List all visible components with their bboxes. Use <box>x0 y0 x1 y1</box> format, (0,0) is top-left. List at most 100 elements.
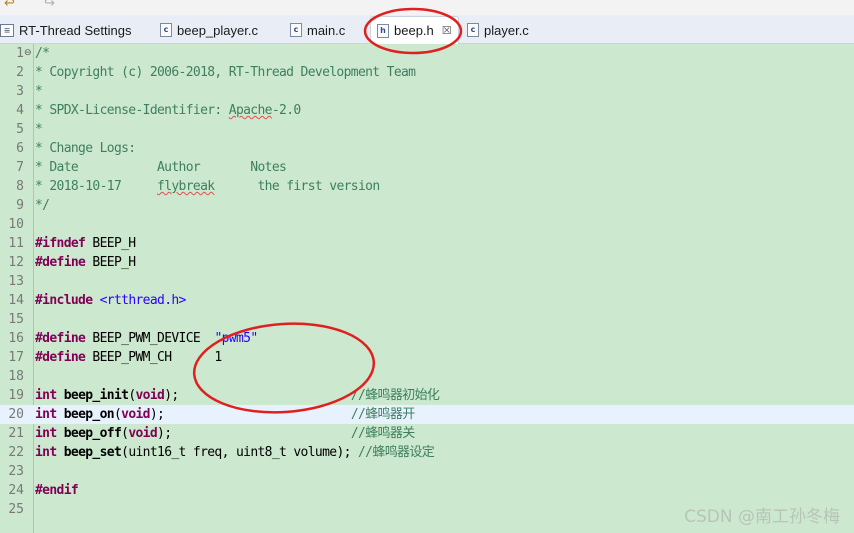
code-line[interactable]: 15 <box>0 310 854 329</box>
tab-beep-h[interactable]: h beep.h ☒ <box>370 16 459 44</box>
code-token: the first version <box>214 179 380 194</box>
code-text: int beep_on(void); //蜂鸣器开 <box>35 405 415 424</box>
line-number: 4 <box>16 103 24 118</box>
line-number: 13 <box>8 274 24 289</box>
code-line[interactable]: 2 * Copyright (c) 2006-2018, RT-Thread De… <box>0 63 854 82</box>
code-text: #define BEEP_PWM_DEVICE "pwm5" <box>35 329 258 348</box>
code-line[interactable]: 13 <box>0 272 854 291</box>
code-line[interactable]: 6 * Change Logs: <box>0 139 854 158</box>
line-number: 11 <box>8 236 24 251</box>
line-number: 3 <box>16 84 24 99</box>
code-text: int beep_set(uint16_t freq, uint8_t volu… <box>35 443 435 462</box>
code-line[interactable]: 22 int beep_set(uint16_t freq, uint8_t vo… <box>0 443 854 462</box>
code-token: //蜂鸣器初始化 <box>350 388 440 403</box>
tab-player-c[interactable]: c player.c <box>467 17 529 43</box>
line-number: 12 <box>8 255 24 270</box>
code-text: */ <box>35 196 50 215</box>
line-number: 17 <box>8 350 24 365</box>
code-text: * Date Author Notes <box>35 158 287 177</box>
line-number: 14 <box>8 293 24 308</box>
code-line[interactable]: 19 int beep_init(void); //蜂鸣器初始化 <box>0 386 854 405</box>
code-line[interactable]: 10 <box>0 215 854 234</box>
code-line[interactable]: 3 * <box>0 82 854 101</box>
code-token: BEEP_H <box>85 236 136 251</box>
code-text: #endif <box>35 481 79 500</box>
code-token: BEEP_PWM_DEVICE <box>85 331 215 346</box>
code-token: Apache <box>228 103 273 118</box>
code-line[interactable]: 11 #ifndef BEEP_H <box>0 234 854 253</box>
code-line[interactable]: 17 #define BEEP_PWM_CH 1 <box>0 348 854 367</box>
code-token: * Change Logs: <box>35 141 136 156</box>
code-line[interactable]: 8 * 2018-10-17 flybreak the first version <box>0 177 854 196</box>
code-text: * 2018-10-17 flybreak the first version <box>35 177 380 196</box>
line-number: 24 <box>8 483 24 498</box>
code-token: //蜂鸣器开 <box>350 407 415 422</box>
back-icon[interactable]: ↩ <box>4 0 15 11</box>
code-line[interactable]: 16 #define BEEP_PWM_DEVICE "pwm5" <box>0 329 854 348</box>
code-line[interactable]: 7 * Date Author Notes <box>0 158 854 177</box>
code-text: int beep_init(void); //蜂鸣器初始化 <box>35 386 440 405</box>
line-number: 22 <box>8 445 24 460</box>
code-text: * <box>35 82 43 101</box>
code-token: ); <box>149 407 351 422</box>
code-token: #include <box>35 293 93 308</box>
code-line[interactable]: 9 */ <box>0 196 854 215</box>
code-token: flybreak <box>157 179 215 194</box>
code-token: * 2018-10-17 <box>35 179 158 194</box>
code-text: #include <rtthread.h> <box>35 291 186 310</box>
code-token: * Copyright (c) 2006-2018, RT-Thread Dev… <box>35 65 416 80</box>
tab-rt-thread-settings[interactable]: ≡ RT-Thread Settings <box>0 17 131 43</box>
code-text: * Copyright (c) 2006-2018, RT-Thread Dev… <box>35 63 416 82</box>
code-text: int beep_off(void); //蜂鸣器关 <box>35 424 415 443</box>
code-token: beep_on <box>63 407 115 422</box>
code-token: /* <box>35 46 50 61</box>
code-line[interactable]: 12 #define BEEP_H <box>0 253 854 272</box>
code-token: (uint16_t freq, uint8_t volume); <box>121 445 358 460</box>
code-editor[interactable]: 1 ⊖/* 2 * Copyright (c) 2006-2018, RT-Threa… <box>0 44 854 533</box>
watermark: CSDN @南工孙冬梅 <box>684 507 840 527</box>
code-token: beep_init <box>63 388 129 403</box>
tab-main-c[interactable]: c main.c <box>290 17 345 43</box>
code-line[interactable]: 18 <box>0 367 854 386</box>
code-token: beep_set <box>63 445 122 460</box>
code-line[interactable]: 1 ⊖/* <box>0 44 854 63</box>
tab-beep-player-c[interactable]: c beep_player.c <box>160 17 258 43</box>
tab-label: beep_player.c <box>177 22 258 38</box>
code-token: "pwm5" <box>214 331 258 346</box>
toolbar-strip: ↩ ↪ <box>0 0 854 15</box>
code-line[interactable]: 24 #endif <box>0 481 854 500</box>
code-line[interactable]: 20 int beep_on(void); //蜂鸣器开 <box>0 405 854 424</box>
forward-icon[interactable]: ↪ <box>44 0 55 11</box>
code-token: BEEP_PWM_CH 1 <box>85 350 222 365</box>
code-token: ); <box>157 426 351 441</box>
code-token: int <box>35 388 57 403</box>
code-text: * Change Logs: <box>35 139 136 158</box>
line-number: 8 <box>16 179 24 194</box>
code-text: * <box>35 120 43 139</box>
code-text: * SPDX-License-Identifier: Apache-2.0 <box>35 101 301 120</box>
close-tab-icon[interactable]: ☒ <box>442 24 452 37</box>
line-number: 6 <box>16 141 24 156</box>
line-number: 7 <box>16 160 24 175</box>
code-line[interactable]: 23 <box>0 462 854 481</box>
code-line[interactable]: 4 * SPDX-License-Identifier: Apache-2.0 <box>0 101 854 120</box>
tab-label: player.c <box>484 22 529 38</box>
line-number: 1 <box>16 46 24 61</box>
line-number: 19 <box>8 388 24 403</box>
fold-toggle-icon[interactable]: ⊖ <box>24 44 32 63</box>
code-token: //蜂鸣器设定 <box>357 445 435 460</box>
code-token: * <box>35 122 43 137</box>
code-line[interactable]: 5 * <box>0 120 854 139</box>
code-token: #ifndef <box>35 236 86 251</box>
code-token: beep_off <box>63 426 122 441</box>
code-token: //蜂鸣器关 <box>350 426 415 441</box>
code-line[interactable]: 21 int beep_off(void); //蜂鸣器关 <box>0 424 854 443</box>
code-token: #define <box>35 331 86 346</box>
code-line[interactable]: 14 #include <rtthread.h> <box>0 291 854 310</box>
c-file-icon: c <box>467 23 479 37</box>
code-text: #define BEEP_PWM_CH 1 <box>35 348 222 367</box>
editor-tab-bar: ≡ RT-Thread Settings c beep_player.c c m… <box>0 15 854 44</box>
